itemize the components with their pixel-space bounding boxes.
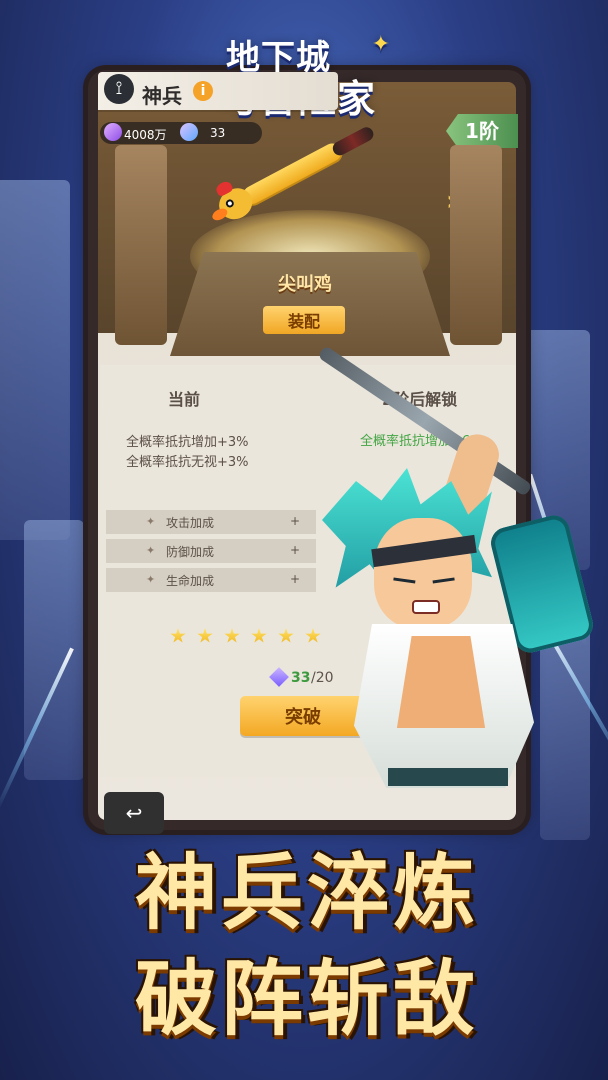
current-title: 当前 <box>168 390 201 409</box>
bonus-row-icon: ✦ <box>146 515 156 528</box>
background-ruin <box>24 520 84 780</box>
page-title: 神兵 <box>142 84 182 108</box>
equip-button[interactable]: 装配 <box>263 306 345 334</box>
bonus-row-label: 防御加成 <box>166 545 215 559</box>
info-icon[interactable]: i <box>193 81 213 101</box>
weapon-name: 尖叫鸡 <box>278 274 332 295</box>
header-bar <box>98 72 338 110</box>
current-effect-line: 全概率抵抗无视+3% <box>126 455 249 470</box>
bonus-row-value: + <box>290 514 301 528</box>
bonus-row-value: + <box>290 543 301 557</box>
left-pillar <box>115 145 167 345</box>
rank-badge: 1阶 <box>446 114 518 148</box>
hero-mouth <box>412 600 440 614</box>
weapon-hilt <box>330 124 376 158</box>
spark-icon: ✦ <box>371 32 390 57</box>
crystal-value: 33 <box>210 126 226 140</box>
promo-line-2: 破阵斩敌 <box>134 952 479 1047</box>
bonus-row-icon: ✦ <box>146 573 156 586</box>
hero-character <box>300 345 600 850</box>
gem-icon <box>104 123 122 141</box>
crystal-icon <box>180 123 198 141</box>
weapon-body <box>239 139 346 210</box>
gold-value: 4008万 <box>124 128 167 142</box>
right-pillar <box>450 145 502 345</box>
hero-belt <box>388 768 508 786</box>
bonus-row-label: 生命加成 <box>166 574 215 588</box>
promo-line-1: 神兵淬炼 <box>134 846 479 941</box>
background-ruin <box>0 180 70 540</box>
current-effect-line: 全概率抵抗增加+3% <box>126 435 249 450</box>
bonus-row-value: + <box>290 572 301 586</box>
altar-base <box>170 252 450 356</box>
bonus-row-label: 攻击加成 <box>166 516 215 530</box>
bonus-row-icon: ✦ <box>146 544 156 557</box>
weapon-category-icon: ⟟ <box>104 74 134 104</box>
